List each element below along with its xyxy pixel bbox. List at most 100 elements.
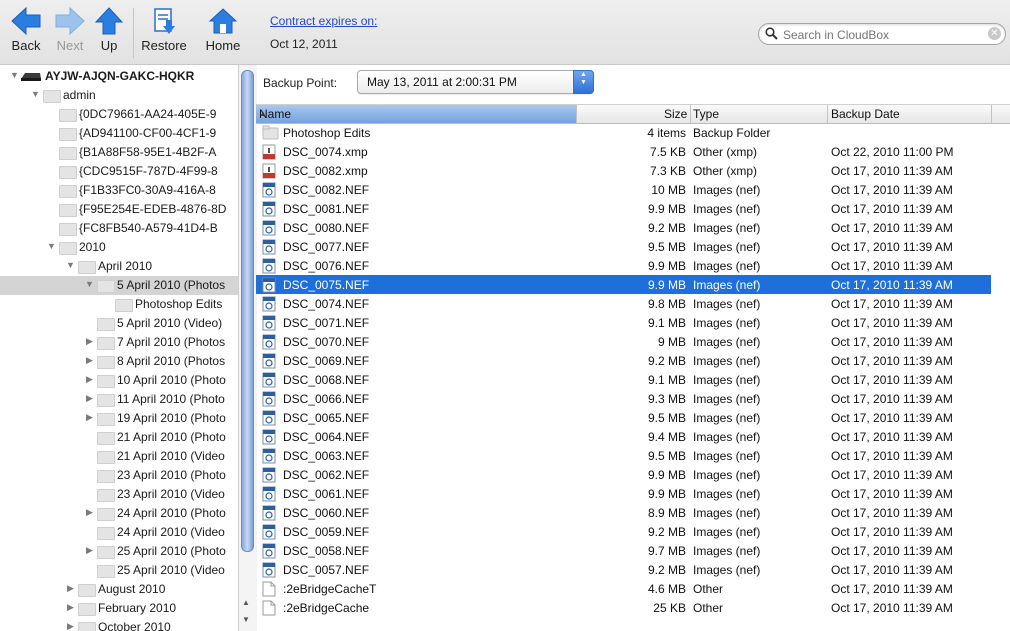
- file-size: 8.9 MB: [647, 506, 686, 520]
- sidebar-item[interactable]: ▶ August 2010: [0, 580, 238, 599]
- back-button[interactable]: Back: [8, 6, 44, 53]
- backup-date: Oct 17, 2010 11:39 AM: [831, 297, 953, 311]
- table-row[interactable]: DSC_0076.NEF 9.9 MB Images (nef) Oct 17,…: [256, 256, 991, 275]
- sidebar-item[interactable]: {F95E254E-EDEB-4876-8D: [0, 200, 238, 219]
- next-button[interactable]: Next: [52, 6, 88, 53]
- folder-icon: [78, 622, 96, 631]
- backup-date: Oct 17, 2010 11:39 AM: [831, 354, 953, 368]
- table-row[interactable]: DSC_0062.NEF 9.9 MB Images (nef) Oct 17,…: [256, 465, 991, 484]
- sidebar-item[interactable]: 5 April 2010 (Video): [0, 314, 238, 333]
- sidebar-item-label: 19 April 2010 (Photo: [117, 411, 226, 425]
- sidebar-item[interactable]: ▼ April 2010: [0, 257, 238, 276]
- column-header-type[interactable]: Type: [693, 107, 719, 121]
- table-row[interactable]: DSC_0074.xmp 7.5 KB Other (xmp) Oct 22, …: [256, 142, 991, 161]
- sidebar-item[interactable]: {FC8FB540-A579-41D4-B: [0, 219, 238, 238]
- sidebar-scrollbar[interactable]: ▲ ▼: [238, 65, 257, 631]
- table-row[interactable]: DSC_0068.NEF 9.1 MB Images (nef) Oct 17,…: [256, 370, 991, 389]
- file-type: Images (nef): [693, 297, 761, 311]
- sidebar-item[interactable]: ▼ admin: [0, 86, 238, 105]
- file-name: DSC_0065.NEF: [283, 411, 370, 425]
- home-button[interactable]: Home: [200, 6, 246, 53]
- table-row[interactable]: DSC_0064.NEF 9.4 MB Images (nef) Oct 17,…: [256, 427, 991, 446]
- sidebar-item-label: 2010: [79, 240, 106, 254]
- search-input[interactable]: [781, 26, 985, 43]
- home-label: Home: [205, 38, 241, 53]
- scroll-down-arrow-icon[interactable]: ▼: [242, 615, 250, 624]
- column-header-size[interactable]: Size: [664, 107, 687, 121]
- sidebar-item-label: 5 April 2010 (Video): [117, 316, 223, 330]
- file-name: DSC_0057.NEF: [283, 563, 370, 577]
- table-row[interactable]: DSC_0082.NEF 10 MB Images (nef) Oct 17, …: [256, 180, 991, 199]
- folder-icon: [97, 546, 115, 559]
- sidebar-item[interactable]: 25 April 2010 (Video: [0, 561, 238, 580]
- column-header-date[interactable]: Backup Date: [831, 107, 900, 121]
- sidebar-item[interactable]: ▼ 2010: [0, 238, 238, 257]
- contract-expires-link[interactable]: Contract expires on:: [270, 14, 377, 28]
- table-row[interactable]: DSC_0063.NEF 9.5 MB Images (nef) Oct 17,…: [256, 446, 991, 465]
- table-row[interactable]: :2eBridgeCacheT 4.6 MB Other Oct 17, 201…: [256, 579, 991, 598]
- sidebar-item-label: {F95E254E-EDEB-4876-8D: [79, 202, 227, 216]
- sidebar-item-label: April 2010: [98, 259, 153, 273]
- table-row[interactable]: DSC_0061.NEF 9.9 MB Images (nef) Oct 17,…: [256, 484, 991, 503]
- sidebar-item[interactable]: 21 April 2010 (Video: [0, 447, 238, 466]
- table-row[interactable]: DSC_0065.NEF 9.5 MB Images (nef) Oct 17,…: [256, 408, 991, 427]
- column-header-name[interactable]: Name ▲: [256, 105, 577, 123]
- sidebar-item[interactable]: {0DC79661-AA24-405E-9: [0, 105, 238, 124]
- home-icon: [208, 8, 238, 34]
- table-row[interactable]: DSC_0057.NEF 9.2 MB Images (nef) Oct 17,…: [256, 560, 991, 579]
- scroll-up-arrow-icon[interactable]: ▲: [242, 598, 250, 607]
- clear-search-icon[interactable]: ✕: [988, 27, 1001, 40]
- file-name: DSC_0063.NEF: [283, 449, 370, 463]
- table-row-selected[interactable]: DSC_0075.NEF 9.9 MB Images (nef) Oct 17,…: [256, 275, 991, 294]
- table-row[interactable]: DSC_0074.NEF 9.8 MB Images (nef) Oct 17,…: [256, 294, 991, 313]
- table-row[interactable]: DSC_0058.NEF 9.7 MB Images (nef) Oct 17,…: [256, 541, 991, 560]
- sort-ascending-icon: ▲: [259, 109, 267, 118]
- table-row[interactable]: DSC_0060.NEF 8.9 MB Images (nef) Oct 17,…: [256, 503, 991, 522]
- table-row[interactable]: DSC_0082.xmp 7.3 KB Other (xmp) Oct 17, …: [256, 161, 991, 180]
- sidebar-item[interactable]: ▶ 25 April 2010 (Photo: [0, 542, 238, 561]
- table-row[interactable]: DSC_0071.NEF 9.1 MB Images (nef) Oct 17,…: [256, 313, 991, 332]
- file-size: 9.2 MB: [647, 221, 686, 235]
- table-row[interactable]: DSC_0080.NEF 9.2 MB Images (nef) Oct 17,…: [256, 218, 991, 237]
- table-row[interactable]: Photoshop Edits 4 items Backup Folder: [256, 123, 991, 142]
- table-row[interactable]: :2eBridgeCache 25 KB Other Oct 17, 2010 …: [256, 598, 991, 617]
- sidebar-item[interactable]: 23 April 2010 (Video: [0, 485, 238, 504]
- backup-date: Oct 17, 2010 11:39 AM: [831, 221, 953, 235]
- sidebar-item[interactable]: ▶ 19 April 2010 (Photo: [0, 409, 238, 428]
- sidebar-item[interactable]: 23 April 2010 (Photo: [0, 466, 238, 485]
- file-name: DSC_0066.NEF: [283, 392, 370, 406]
- scrollbar-thumb[interactable]: [241, 70, 254, 552]
- sidebar-item[interactable]: {F1B33FC0-30A9-416A-8: [0, 181, 238, 200]
- sidebar-item[interactable]: {B1A88F58-95E1-4B2F-A: [0, 143, 238, 162]
- sidebar-item-selected[interactable]: ▼ 5 April 2010 (Photos: [0, 276, 238, 295]
- sidebar-item[interactable]: Photoshop Edits: [0, 295, 238, 314]
- table-row[interactable]: DSC_0077.NEF 9.5 MB Images (nef) Oct 17,…: [256, 237, 991, 256]
- sidebar-item[interactable]: ▶ October 2010: [0, 618, 238, 631]
- sidebar-item[interactable]: ▶ 10 April 2010 (Photo: [0, 371, 238, 390]
- backup-point-select[interactable]: May 13, 2011 at 2:00:31 PM ▲ ▼: [357, 70, 594, 94]
- sidebar-item[interactable]: ▶ 24 April 2010 (Photo: [0, 504, 238, 523]
- table-row[interactable]: DSC_0081.NEF 9.9 MB Images (nef) Oct 17,…: [256, 199, 991, 218]
- sidebar-item[interactable]: ▶ 8 April 2010 (Photos: [0, 352, 238, 371]
- sidebar-item[interactable]: ▶ 7 April 2010 (Photos: [0, 333, 238, 352]
- nef-image-file-icon: [262, 562, 276, 578]
- table-row[interactable]: DSC_0070.NEF 9 MB Images (nef) Oct 17, 2…: [256, 332, 991, 351]
- sidebar-item[interactable]: {CDC9515F-787D-4F99-8: [0, 162, 238, 181]
- backup-date: Oct 17, 2010 11:39 AM: [831, 316, 953, 330]
- search-field[interactable]: ✕: [758, 23, 1006, 45]
- restore-button[interactable]: Restore: [137, 6, 191, 53]
- sidebar-item[interactable]: 24 April 2010 (Video: [0, 523, 238, 542]
- table-row[interactable]: DSC_0066.NEF 9.3 MB Images (nef) Oct 17,…: [256, 389, 991, 408]
- up-button[interactable]: Up: [94, 6, 124, 53]
- sidebar-item[interactable]: ▶ 11 April 2010 (Photo: [0, 390, 238, 409]
- table-row[interactable]: DSC_0059.NEF 9.2 MB Images (nef) Oct 17,…: [256, 522, 991, 541]
- folder-icon: [97, 394, 115, 407]
- sidebar-item[interactable]: ▶ February 2010: [0, 599, 238, 618]
- sidebar-item[interactable]: 21 April 2010 (Photo: [0, 428, 238, 447]
- file-type: Images (nef): [693, 278, 761, 292]
- file-type: Backup Folder: [693, 126, 771, 140]
- drive-label: AYJW-AJQN-GAKC-HQKR: [45, 69, 195, 83]
- table-row[interactable]: DSC_0069.NEF 9.2 MB Images (nef) Oct 17,…: [256, 351, 991, 370]
- sidebar-drive[interactable]: ▼ AYJW-AJQN-GAKC-HQKR: [0, 67, 238, 86]
- sidebar-item[interactable]: {AD941100-CF00-4CF1-9: [0, 124, 238, 143]
